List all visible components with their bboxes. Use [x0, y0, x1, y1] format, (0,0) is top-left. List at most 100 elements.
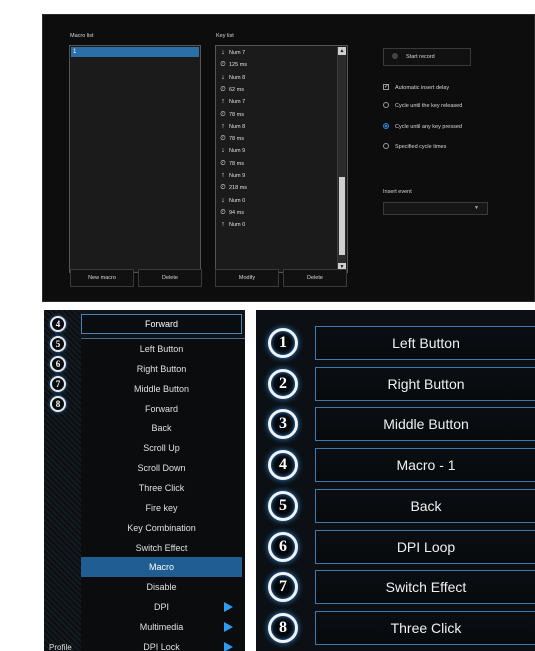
- key-item-text: Num 8: [229, 123, 246, 130]
- arrow-up-icon: ↑: [221, 122, 225, 130]
- cycle-option-label: Cycle until any key pressed: [395, 124, 462, 130]
- submenu-arrow-icon: [224, 602, 233, 613]
- mapping-button[interactable]: Back: [315, 488, 535, 523]
- mapping-button[interactable]: Three Click: [315, 610, 535, 645]
- clock-icon: ⏲: [220, 159, 226, 167]
- mapping-button[interactable]: Middle Button: [315, 407, 535, 442]
- mapping-button[interactable]: Left Button: [315, 326, 535, 360]
- dropdown-item[interactable]: Key Combination: [81, 518, 242, 538]
- macro-list-item[interactable]: 1: [71, 47, 199, 57]
- key-list-item[interactable]: ⏲ 94 ms: [219, 208, 244, 218]
- clock-icon: ⏲: [220, 110, 226, 118]
- key-list-item[interactable]: ↓ Num 9: [219, 146, 245, 156]
- button-number-badge[interactable]: 4: [50, 316, 66, 332]
- dropdown-item[interactable]: Forward: [81, 399, 242, 419]
- button-number-badge[interactable]: 5: [50, 336, 66, 352]
- button-number-circle: 1: [268, 328, 298, 358]
- button-number-circle: 4: [268, 450, 298, 481]
- key-list-item[interactable]: ⏲ 78 ms: [219, 159, 244, 169]
- button-number-circle: 3: [268, 409, 298, 440]
- dropdown-item[interactable]: Scroll Up: [81, 438, 242, 458]
- cycle-option-label: Specified cycle times: [395, 144, 447, 150]
- scroll-up-arrow-icon[interactable]: ▲: [338, 47, 346, 55]
- dropdown-item[interactable]: Left Button: [81, 339, 242, 359]
- button-number-circle: 5: [268, 490, 298, 521]
- key-list-item[interactable]: ↓ Num 7: [219, 48, 245, 58]
- cycle-option-any-key[interactable]: Cycle until any key pressed: [383, 122, 462, 132]
- key-list-item[interactable]: ↓ Num 0: [219, 196, 245, 206]
- key-list-item[interactable]: ⏲ 125 ms: [219, 60, 247, 70]
- key-item-text: Num 7: [229, 50, 246, 56]
- submenu-arrow-icon: [224, 621, 233, 632]
- key-list-scrollbar[interactable]: ▲ ▼: [337, 47, 346, 271]
- profile-label[interactable]: Profile: [49, 643, 72, 651]
- start-record-button[interactable]: Start record: [383, 48, 471, 66]
- button-number-badge[interactable]: 6: [50, 356, 66, 372]
- key-list-item[interactable]: ⏲ 218 ms: [219, 183, 247, 193]
- dropdown-item[interactable]: Multimedia: [81, 617, 242, 637]
- dropdown-item[interactable]: Scroll Down: [81, 458, 242, 478]
- dropdown-selected-value[interactable]: Forward: [81, 314, 242, 334]
- mapping-button[interactable]: Switch Effect: [315, 570, 535, 605]
- dropdown-item-label: Macro: [148, 562, 174, 573]
- arrow-down-icon: ↓: [221, 147, 225, 155]
- key-item-text: 78 ms: [229, 160, 244, 167]
- dropdown-item[interactable]: DPI: [81, 597, 242, 617]
- delete-key-button[interactable]: Delete: [283, 269, 347, 287]
- key-item-text: Num 0: [229, 222, 246, 229]
- key-item-text: 94 ms: [229, 209, 244, 216]
- mapping-button[interactable]: DPI Loop: [315, 529, 535, 564]
- key-list-item[interactable]: ↑ Num 7: [219, 97, 245, 107]
- scrollbar-thumb[interactable]: [339, 177, 345, 255]
- dropdown-item-label: Switch Effect: [135, 542, 188, 553]
- dropdown-item-label: Scroll Up: [143, 443, 180, 454]
- arrow-up-icon: ↑: [221, 172, 225, 179]
- key-item-text: 62 ms: [229, 86, 244, 93]
- dropdown-item[interactable]: Right Button: [81, 359, 242, 379]
- modify-button[interactable]: Modify: [215, 269, 279, 287]
- dropdown-item[interactable]: DPI Lock: [81, 637, 242, 651]
- auto-insert-delay-checkbox[interactable]: ✓ Automatic insert delay: [383, 83, 449, 93]
- key-list-item[interactable]: ⏲ 78 ms: [219, 134, 244, 144]
- key-list-item[interactable]: ↑ Num 8: [219, 122, 245, 132]
- button-number-badge[interactable]: 8: [50, 396, 66, 412]
- macro-list[interactable]: 1: [69, 45, 201, 273]
- button-number-badge[interactable]: 7: [50, 376, 66, 392]
- new-macro-button[interactable]: New macro: [70, 269, 134, 287]
- clock-icon: ⏲: [220, 184, 226, 192]
- key-item-text: 78 ms: [229, 136, 244, 143]
- key-list-item[interactable]: ↓ Num 8: [219, 73, 245, 83]
- dropdown-item[interactable]: Middle Button: [81, 379, 242, 399]
- dropdown-item[interactable]: Macro: [81, 557, 242, 578]
- mapping-button[interactable]: Macro - 1: [315, 448, 535, 483]
- key-list-item[interactable]: ↑ Num 9: [219, 171, 245, 181]
- dropdown-item[interactable]: Back: [81, 418, 242, 438]
- key-list-item[interactable]: ⏲ 78 ms: [219, 110, 244, 120]
- dropdown-item[interactable]: Switch Effect: [81, 538, 242, 558]
- clock-icon: ⏲: [220, 135, 226, 143]
- mapping-button[interactable]: Right Button: [315, 366, 535, 401]
- dropdown-item[interactable]: Three Click: [81, 478, 242, 498]
- dropdown-item-label: DPI Lock: [143, 641, 180, 651]
- radio-icon: [383, 142, 389, 149]
- key-item-text: 125 ms: [229, 62, 248, 69]
- dropdown-item-label: DPI: [153, 602, 169, 613]
- dropdown-item-label: Key Combination: [127, 522, 196, 533]
- insert-event-select[interactable]: ▼: [383, 202, 488, 215]
- button-number-circle: 7: [268, 572, 298, 603]
- key-list-item[interactable]: ⏲ 62 ms: [219, 85, 244, 95]
- key-list[interactable]: ↓ Num 7 ⏲ 125 ms ↓ Num 8 ⏲ 62 ms ↑ Num 7 ⏲ 78 ms ↑ Nu…: [215, 45, 348, 273]
- dropdown-item[interactable]: Fire key: [81, 498, 242, 518]
- cycle-option-specified[interactable]: Specified cycle times: [383, 142, 446, 152]
- key-item-text: Num 9: [229, 173, 246, 179]
- cycle-option-released[interactable]: Cycle until the key released: [383, 101, 462, 111]
- arrow-down-icon: ↓: [221, 73, 225, 81]
- insert-event-label: Insert event: [383, 189, 412, 195]
- dropdown-item[interactable]: Disable: [81, 577, 242, 597]
- radio-icon: [383, 101, 389, 108]
- dropdown-list[interactable]: Left Button Right Button Middle Button Forw…: [81, 338, 245, 651]
- delete-macro-button[interactable]: Delete: [138, 269, 202, 287]
- key-list-item[interactable]: ↑ Num 0: [219, 220, 245, 230]
- button-number-circle: 2: [268, 368, 298, 399]
- dropdown-item-label: Right Button: [136, 363, 187, 374]
